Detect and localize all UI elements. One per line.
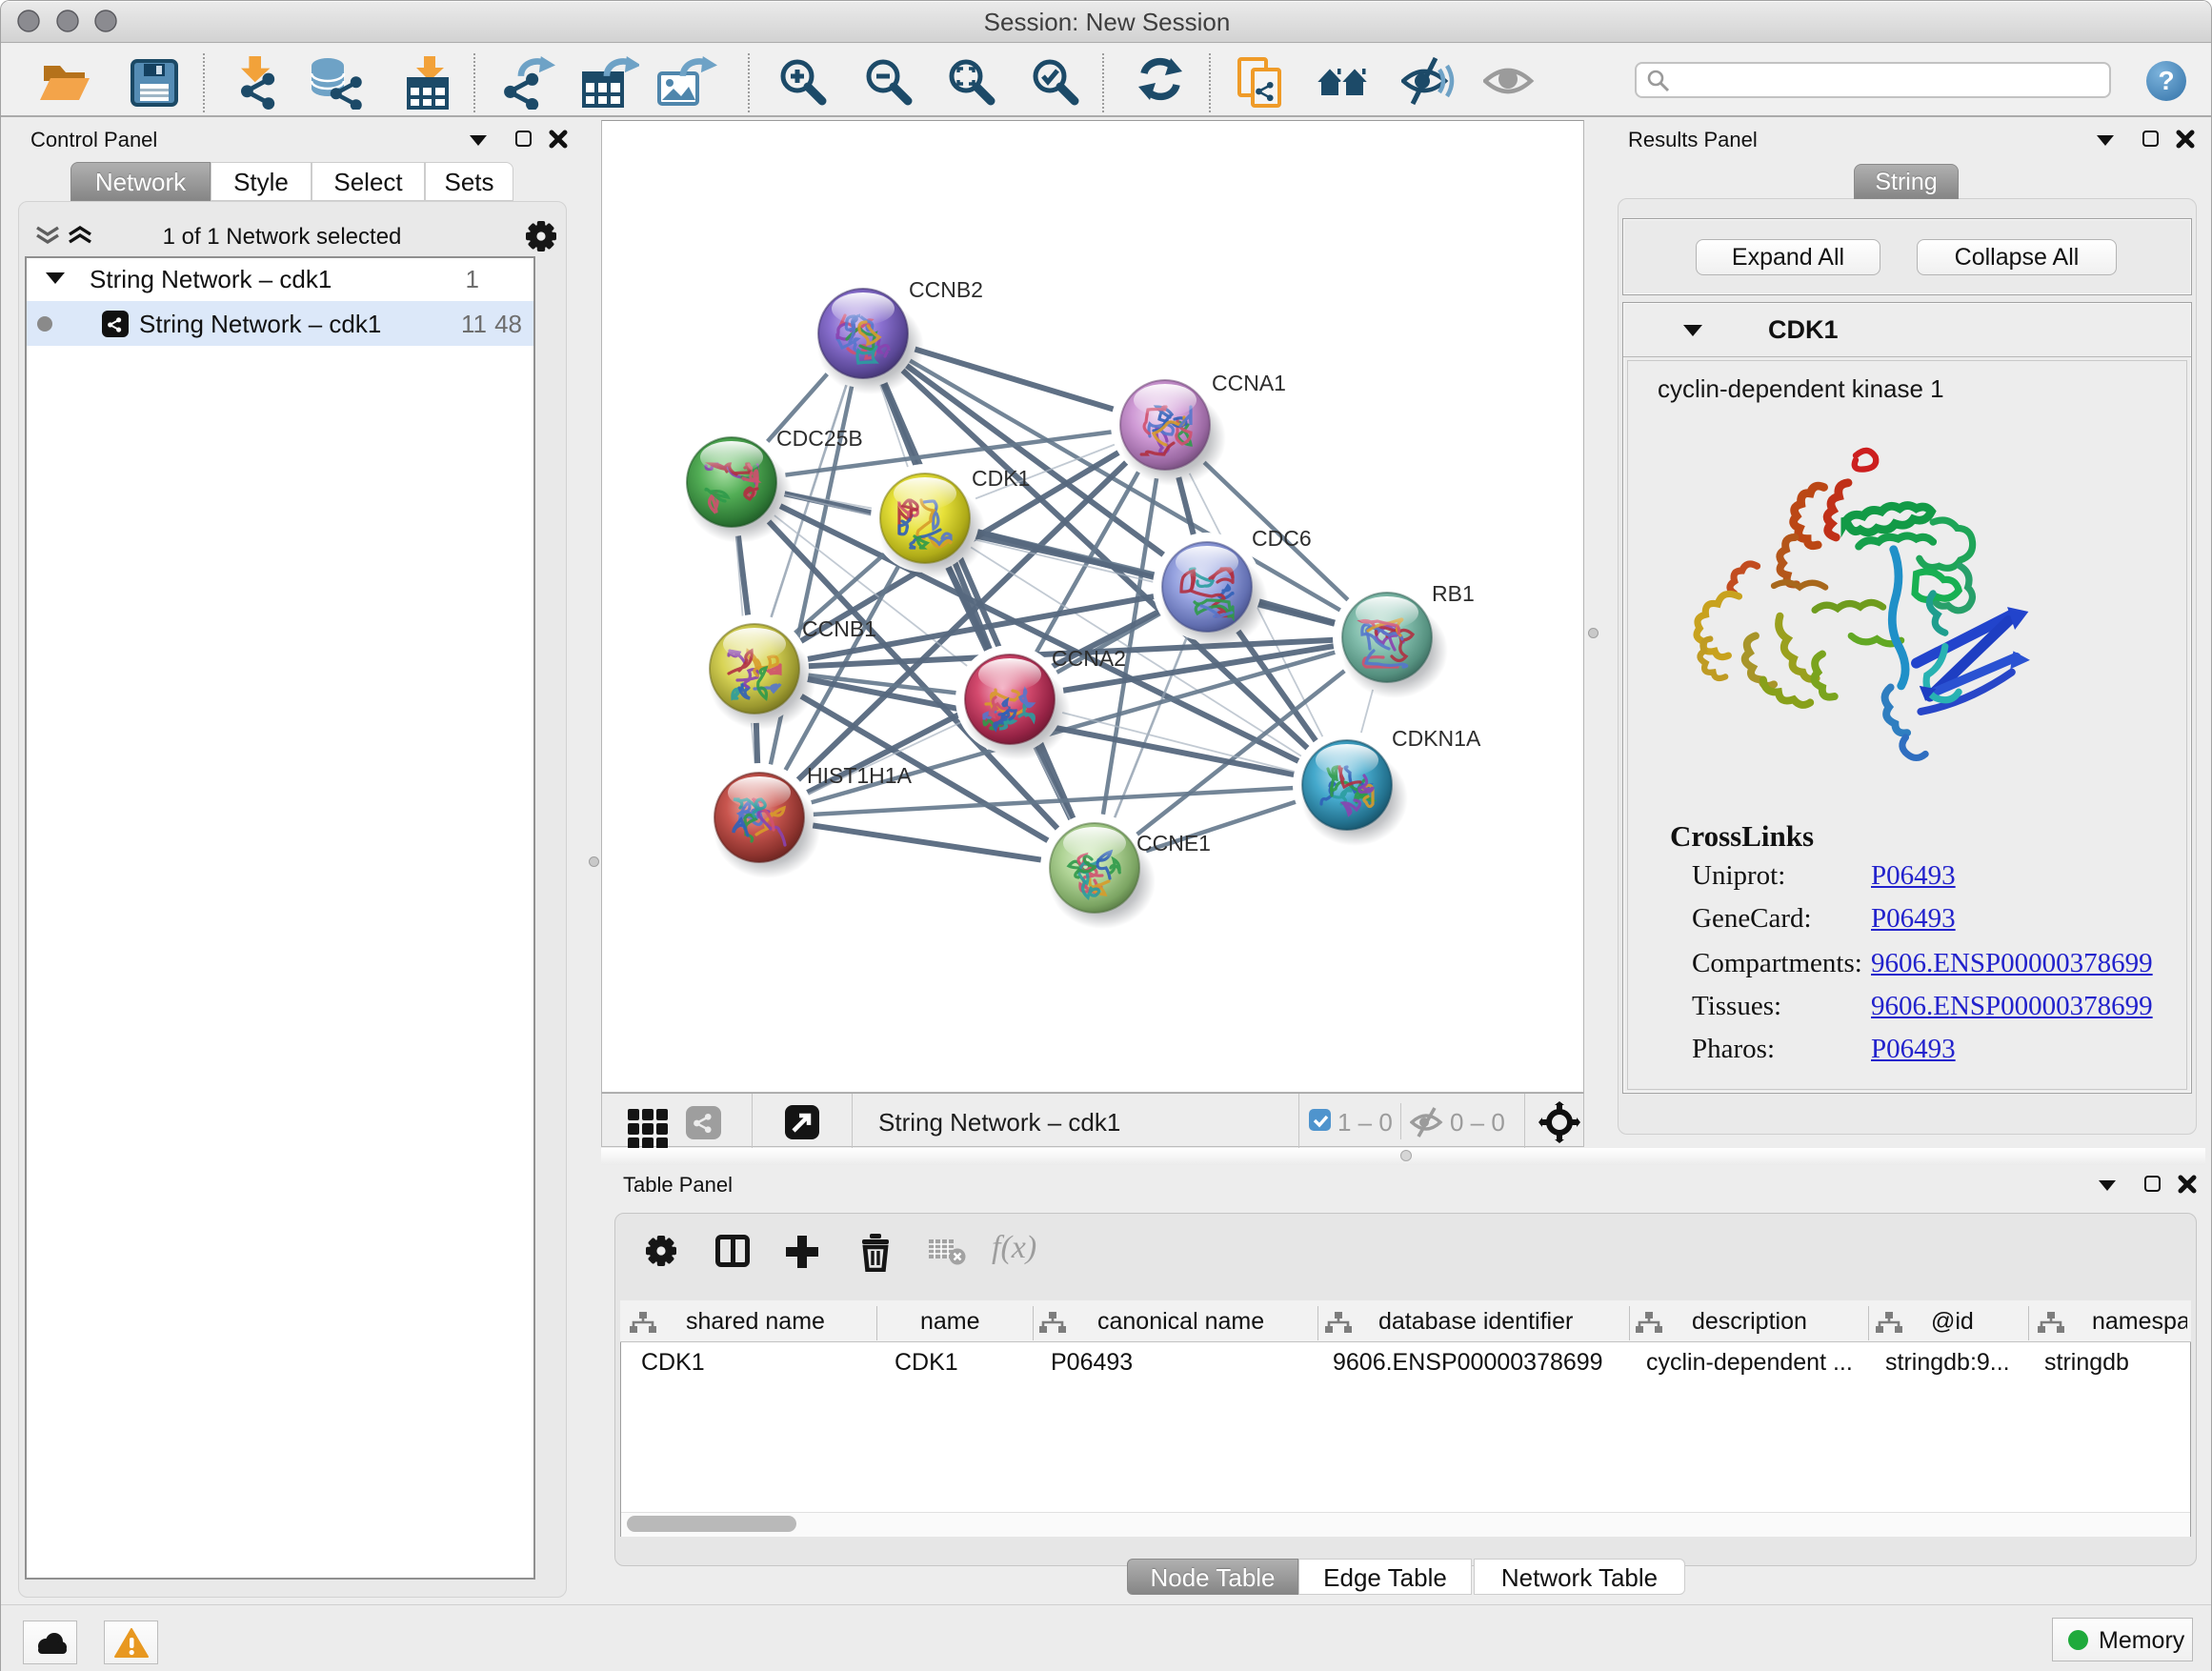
svg-text:RB1: RB1 (1432, 581, 1475, 606)
svg-text:CCNA2: CCNA2 (1052, 646, 1126, 671)
svg-text:CDKN1A: CDKN1A (1392, 726, 1481, 751)
svg-text:CDK1: CDK1 (972, 466, 1030, 491)
svg-text:CCNA1: CCNA1 (1212, 371, 1286, 395)
svg-text:CCNB2: CCNB2 (909, 277, 983, 302)
svg-text:CDC6: CDC6 (1252, 526, 1312, 551)
svg-text:CCNB1: CCNB1 (802, 616, 876, 641)
svg-text:?: ? (2158, 66, 2174, 95)
svg-text:CDC25B: CDC25B (776, 426, 863, 451)
svg-text:HIST1H1A: HIST1H1A (807, 763, 913, 788)
svg-text:CCNE1: CCNE1 (1136, 831, 1211, 856)
